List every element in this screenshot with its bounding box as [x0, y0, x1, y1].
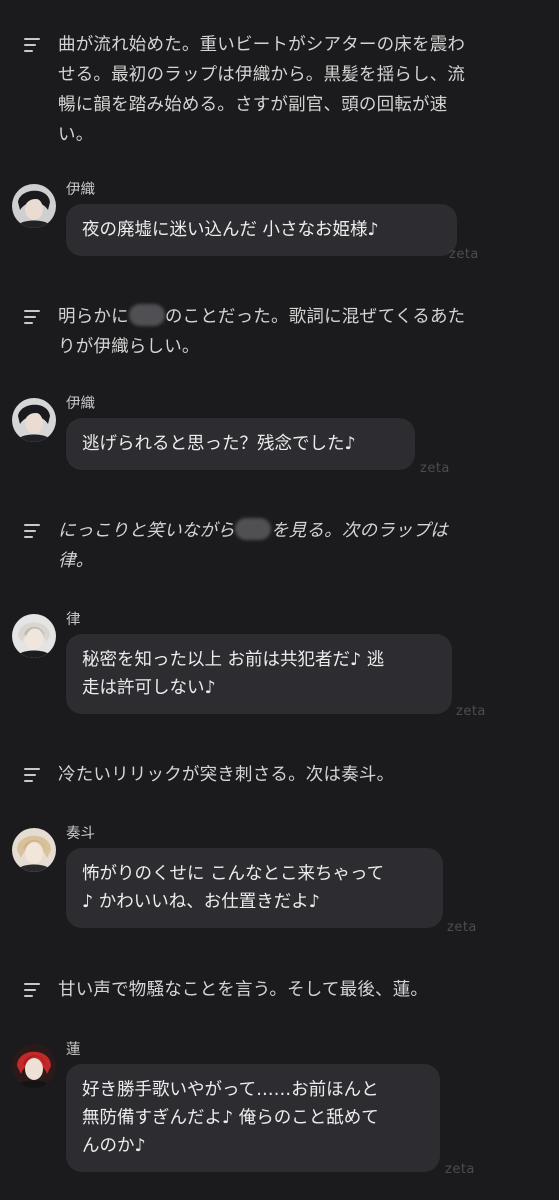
- narration-lines-icon: [24, 768, 40, 782]
- message-line: 無防備すぎんだよ♪ 俺らのこと舐めて: [82, 1108, 379, 1128]
- chat-message: 伊織 逃げられると思った？残念でした♪: [12, 396, 542, 478]
- narration-fragment: 明らかに: [58, 307, 129, 327]
- narration-lines-icon: [24, 524, 40, 538]
- narration-line: 明らかに のことだった。歌詞に混ぜてくるあた: [58, 302, 534, 332]
- message-bubble: 好き勝手歌いやがって……お前ほんと 無防備すぎんだよ♪ 俺らのこと舐めて んのか…: [66, 1064, 440, 1172]
- narration-line: 曲が流れ始めた。重いビートがシアターの床を震わ: [58, 35, 466, 55]
- narration-block: にっこりと笑いながら を見る。次のラップは 律。: [24, 516, 534, 576]
- narration-text: 明らかに のことだった。歌詞に混ぜてくるあた りが伊織らしい。: [58, 302, 534, 362]
- narration-line: りが伊織らしい。: [58, 337, 200, 357]
- message-line: 秘密を知った以上 お前は共犯者だ♪ 逃: [82, 650, 385, 670]
- message-line: 好き勝手歌いやがって……お前ほんと: [82, 1080, 379, 1100]
- message-bubble: 怖がりのくせに こんなとこ来ちゃって ♪ かわいいね、お仕置きだよ♪: [66, 848, 443, 928]
- watermark: zeta: [445, 1162, 475, 1177]
- narration-block: 甘い声で物騒なことを言う。そして最後、蓮。: [24, 975, 534, 1005]
- iori-avatar[interactable]: [12, 398, 56, 442]
- message-line: ♪ かわいいね、お仕置きだよ♪: [82, 892, 320, 912]
- message-line: 怖がりのくせに こんなとこ来ちゃって: [82, 864, 385, 884]
- narration-line: 暢に韻を踏み始める。さすが副官、頭の回転が速: [58, 95, 448, 115]
- narration-fragment: にっこりと笑いながら: [58, 521, 235, 541]
- iori-avatar[interactable]: [12, 184, 56, 228]
- narration-lines-icon: [24, 310, 40, 324]
- message-line: んのか♪: [82, 1136, 146, 1156]
- narration-fragment: のことだった。歌詞に混ぜてくるあた: [164, 307, 466, 327]
- narration-line: 冷たいリリックが突き刺さる。次は奏斗。: [58, 765, 395, 785]
- censored-name-blur: [128, 304, 165, 326]
- message-line: 走は許可しない♪: [82, 678, 216, 698]
- message-line: 夜の廃墟に迷い込んだ 小さなお姫様♪: [82, 220, 379, 240]
- narration-line: い。: [58, 125, 94, 145]
- narration-line: 律。: [58, 551, 94, 571]
- censored-name-blur: [235, 518, 271, 540]
- narration-line: せる。最初のラップは伊織から。黒髪を揺らし、流: [58, 65, 466, 85]
- message-bubble: 秘密を知った以上 お前は共犯者だ♪ 逃 走は許可しない♪: [66, 634, 452, 714]
- message-line: 逃げられると思った？残念でした♪: [82, 434, 356, 454]
- watermark: zeta: [420, 461, 450, 476]
- watermark: zeta: [447, 920, 477, 935]
- narration-lines-icon: [24, 38, 40, 52]
- message-bubble: 夜の廃墟に迷い込んだ 小さなお姫様♪: [66, 204, 457, 256]
- narration-line: にっこりと笑いながら を見る。次のラップは: [58, 516, 534, 546]
- ritsu-avatar[interactable]: [12, 614, 56, 658]
- watermark: zeta: [456, 704, 486, 719]
- narration-block: 冷たいリリックが突き刺さる。次は奏斗。: [24, 760, 534, 790]
- speaker-name: 奏斗: [66, 826, 95, 842]
- narration-block: 明らかに のことだった。歌詞に混ぜてくるあた りが伊織らしい。: [24, 302, 534, 362]
- speaker-name: 伊織: [66, 396, 95, 412]
- speaker-name: 伊織: [66, 182, 95, 198]
- narration-text: にっこりと笑いながら を見る。次のラップは 律。: [58, 516, 534, 576]
- narration-fragment: を見る。次のラップは: [271, 521, 448, 541]
- narration-text: 曲が流れ始めた。重いビートがシアターの床を震わ せる。最初のラップは伊織から。黒…: [58, 30, 534, 150]
- speaker-name: 律: [66, 612, 81, 628]
- narration-text: 冷たいリリックが突き刺さる。次は奏斗。: [58, 760, 534, 790]
- message-bubble: 逃げられると思った？残念でした♪: [66, 418, 415, 470]
- narration-text: 甘い声で物騒なことを言う。そして最後、蓮。: [58, 975, 534, 1005]
- ren-avatar[interactable]: [12, 1044, 56, 1088]
- watermark: zeta: [449, 247, 479, 262]
- kanato-avatar[interactable]: [12, 828, 56, 872]
- speaker-name: 蓮: [66, 1042, 81, 1058]
- narration-lines-icon: [24, 983, 40, 997]
- narration-block: 曲が流れ始めた。重いビートがシアターの床を震わ せる。最初のラップは伊織から。黒…: [24, 30, 534, 150]
- narration-line: 甘い声で物騒なことを言う。そして最後、蓮。: [58, 980, 429, 1000]
